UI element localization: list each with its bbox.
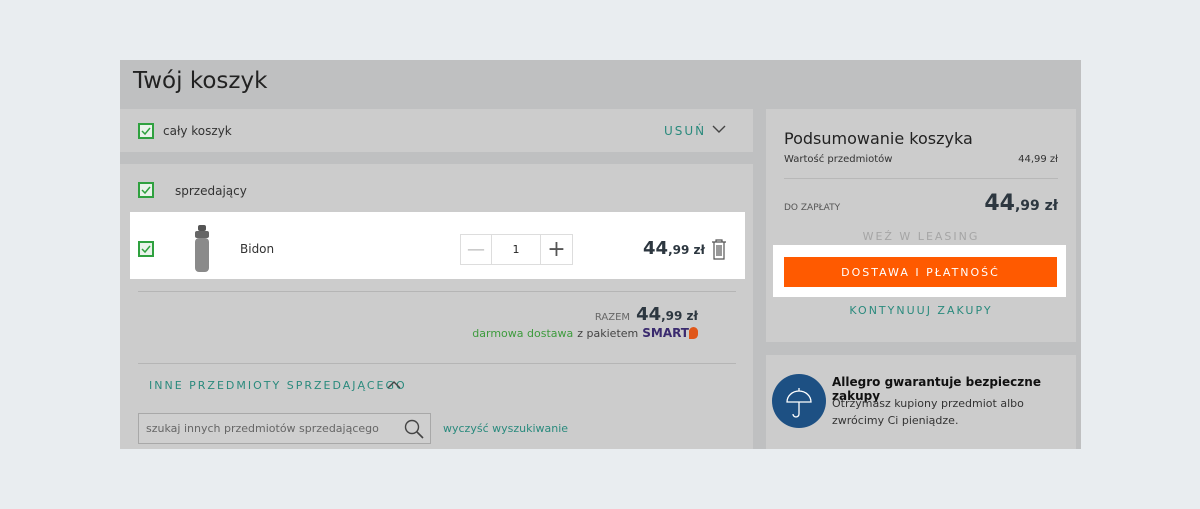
smart-logo: SMART [642,326,689,340]
divider [784,178,1058,179]
cart-summary: Podsumowanie koszyka Wartość przedmiotów… [766,109,1076,342]
chevron-up-icon[interactable] [387,380,401,389]
cart-all-checkbox[interactable] [138,123,154,139]
seller-checkbox[interactable] [138,182,154,198]
seller-name: sprzedający [175,184,247,198]
items-value: 44,99 zł [1018,154,1058,165]
item-checkbox[interactable] [138,241,154,257]
seller-search-input[interactable]: szukaj innych przedmiotów sprzedającego [138,413,431,444]
items-value-label: Wartość przedmiotów [784,154,893,165]
chevron-down-icon[interactable] [712,125,726,134]
page-title: Twój koszyk [133,68,268,94]
price-int: 44 [984,191,1015,216]
cart-all-bar: cały koszyk USUŃ [120,109,753,152]
package-text: z pakietem [577,326,639,340]
checkout-highlight: DOSTAWA I PŁATNOŚĆ [773,245,1066,297]
seller-total: RAZEM 44,99 zł [595,304,698,325]
product-image-bottle[interactable] [193,225,211,273]
cart-overlay: Twój koszyk cały koszyk USUŃ sprzedający… [120,60,1081,449]
other-items-toggle[interactable]: INNE PRZEDMIOTY SPRZEDAJĄCEGO [149,379,407,392]
search-placeholder: szukaj innych przedmiotów sprzedającego [146,422,379,435]
price-int: 44 [643,238,669,259]
umbrella-icon [772,374,826,428]
to-pay-amount: 44,99 zł [984,191,1058,216]
checkout-button[interactable]: DOSTAWA I PŁATNOŚĆ [784,257,1057,287]
divider [138,291,736,292]
increase-button[interactable]: + [541,235,572,264]
price-int: 44 [636,304,662,325]
total-price: 44,99 zł [636,304,698,325]
decrease-button[interactable]: — [461,235,492,264]
price-dec: ,99 zł [661,309,698,323]
guarantee-box: Allegro gwarantuje bezpieczne zakupy Otr… [766,355,1076,449]
continue-shopping-link[interactable]: KONTYNUUJ ZAKUPY [766,304,1076,317]
quantity-stepper: — 1 + [460,234,573,265]
clear-search-link[interactable]: wyczyść wyszukiwanie [443,422,568,435]
to-pay-label: DO ZAPŁATY [784,203,841,213]
quantity-input[interactable]: 1 [492,235,541,264]
trash-icon[interactable] [711,239,727,260]
delivery-info: darmowa dostawa z pakietem SMART [472,326,698,340]
summary-title: Podsumowanie koszyka [784,129,973,148]
price-dec: ,99 zł [1014,198,1058,214]
item-price: 44,99 zł [643,238,705,259]
smart-pin-icon [689,327,698,339]
seller-section: sprzedający Bidon — 1 + 44,99 zł RAZEM 4… [120,164,753,449]
total-label: RAZEM [594,312,631,323]
cart-item: Bidon — 1 + 44,99 zł [130,212,745,279]
guarantee-text: Otrzymasz kupiony przedmiot albo zwrócim… [832,397,1024,427]
search-icon[interactable] [404,419,424,439]
free-delivery-link[interactable]: darmowa dostawa [472,327,573,340]
price-dec: ,99 zł [668,243,705,257]
item-name[interactable]: Bidon [240,242,274,256]
cart-all-label: cały koszyk [163,124,232,138]
leasing-link[interactable]: WEŹ W LEASING [766,230,1076,243]
divider [138,363,736,364]
remove-button[interactable]: USUŃ [664,124,706,138]
